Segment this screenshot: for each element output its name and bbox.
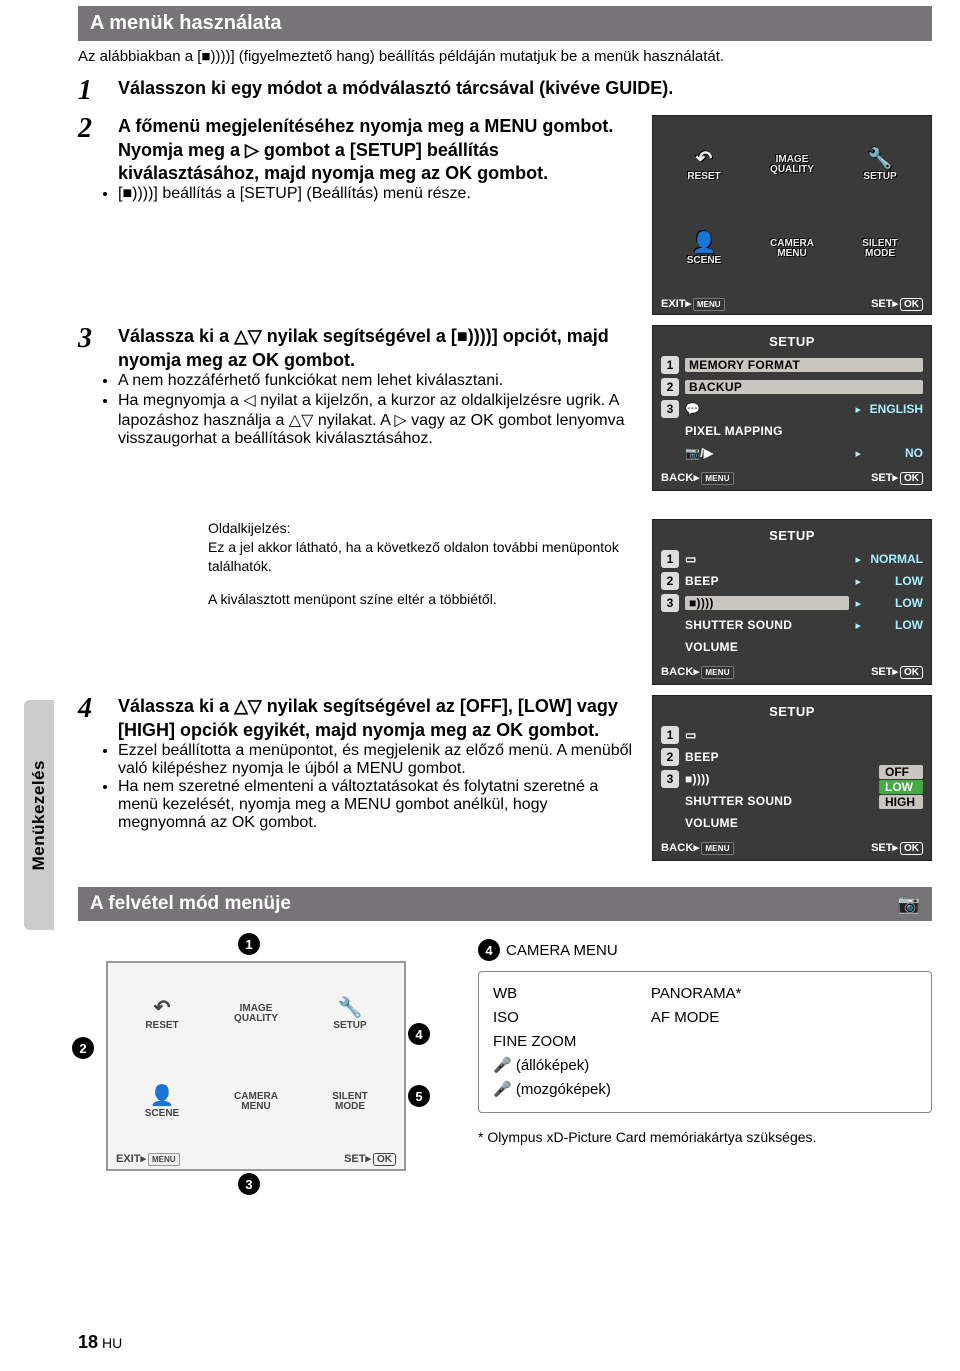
step4-bullet1: Ezzel beállította a menüpontot, és megje… bbox=[118, 742, 634, 778]
mainmenu-scene: 👤SCENE bbox=[120, 1063, 204, 1141]
lcd-setup-page3: SETUP 1▭ 2BEEP 3■)))) SHUTTER SOUND VOLU… bbox=[652, 695, 932, 861]
badge-1: 1 bbox=[238, 933, 260, 955]
camera-menu-col2: PANORAMA* AF MODE bbox=[651, 982, 742, 1102]
lcd-title: SETUP bbox=[769, 334, 815, 349]
setup3-row-sound: 3■)))) bbox=[661, 769, 873, 789]
captions-row: Oldalkijelzés: Ez a jel akkor látható, h… bbox=[78, 519, 932, 685]
step-3: 3 Válassza ki a △▽ nyilak segítségével a… bbox=[78, 325, 932, 491]
setup3-row-brightness: 1▭ bbox=[661, 725, 873, 745]
step-number: 4 bbox=[78, 695, 104, 861]
lcd-setup-page2: SETUP 1▭▸NORMAL 2BEEP▸LOW 3■))))▸LOW SHU… bbox=[652, 519, 932, 685]
setup3-row-shutter-sound: SHUTTER SOUND bbox=[661, 791, 873, 811]
mainmenu-image-quality: IMAGE QUALITY bbox=[214, 975, 298, 1053]
option-low-selected: LOW bbox=[879, 780, 923, 794]
scene-icon: 👤 bbox=[692, 233, 717, 254]
step-number: 2 bbox=[78, 115, 104, 315]
option-high: HIGH bbox=[879, 795, 923, 809]
back-indicator: BACK▸MENU bbox=[661, 841, 734, 854]
footnote-xd-card: * Olympus xD-Picture Card memóriakártya … bbox=[478, 1129, 932, 1145]
intro-text: Az alábbiakban a [■))))] (figyelmeztető … bbox=[78, 47, 932, 67]
step4-bullet2: Ha nem szeretné elmenteni a változtatáso… bbox=[118, 778, 634, 832]
mainmenu-reset: ↶RESET bbox=[120, 975, 204, 1053]
step3-bullet2: Ha megnyomja a ◁ nyilat a kijelzőn, a ku… bbox=[118, 390, 634, 448]
step3-text: Válassza ki a △▽ nyilak segítségével a [… bbox=[118, 325, 634, 372]
set-indicator: SET▸OK bbox=[344, 1152, 396, 1165]
scene-icon: 👤 bbox=[150, 1086, 175, 1107]
step4-text: Válassza ki a △▽ nyilak segítségével az … bbox=[118, 695, 634, 742]
reset-icon: ↶ bbox=[696, 149, 713, 170]
option-list: OFF LOW HIGH bbox=[879, 725, 923, 833]
mainmenu-setup: 🔧SETUP bbox=[308, 975, 392, 1053]
language-icon: 💬 bbox=[685, 402, 849, 416]
step-number: 3 bbox=[78, 325, 104, 491]
setup-row-brightness: 1▭▸NORMAL bbox=[661, 549, 923, 569]
step3-bullet1: A nem hozzáférhető funkciókat nem lehet … bbox=[118, 372, 634, 390]
badge-2: 2 bbox=[72, 1037, 94, 1059]
camera-menu-col1: WB ISO FINE ZOOM 🎤 (állóképek) 🎤 (mozgók… bbox=[493, 982, 611, 1102]
step-number: 1 bbox=[78, 77, 104, 105]
setup-row-pixel-mapping: PIXEL MAPPING bbox=[661, 421, 923, 441]
option-off: OFF bbox=[879, 765, 923, 779]
setup-row-backup: 2BACKUP bbox=[661, 377, 923, 397]
reset-icon: ↶ bbox=[154, 998, 171, 1019]
badge-5: 5 bbox=[408, 1085, 430, 1107]
brightness-icon: ▭ bbox=[685, 552, 849, 566]
lcd-title: SETUP bbox=[769, 528, 815, 543]
lcd-setup-page1: SETUP 1MEMORY FORMAT 2BACKUP 3💬▸ENGLISH … bbox=[652, 325, 932, 491]
section-heading-shooting-menu: A felvétel mód menüje 📷 bbox=[78, 887, 932, 921]
step2-text: A főmenü megjelenítéséhez nyomja meg a M… bbox=[118, 115, 634, 185]
setup-row-volume: VOLUME bbox=[661, 637, 923, 657]
set-indicator: SET▸OK bbox=[871, 297, 923, 310]
caption-page-indicator-desc: Ez a jel akkor látható, ha a következő o… bbox=[208, 538, 634, 576]
lcd-main-menu-outline: ↶RESET IMAGE QUALITY 🔧SETUP 👤SCENE CAMER… bbox=[106, 961, 406, 1171]
exit-indicator: EXIT▸MENU bbox=[116, 1152, 180, 1165]
setup3-row-beep: 2BEEP bbox=[661, 747, 873, 767]
badge-3: 3 bbox=[238, 1173, 260, 1195]
mainmenu-reset: ↶RESET bbox=[665, 128, 743, 202]
page-number: 18HU bbox=[78, 1332, 122, 1353]
side-tab-menukezeles: Menükezelés bbox=[24, 700, 54, 930]
mainmenu-camera-menu: CAMERA MENU bbox=[753, 212, 831, 286]
mainmenu-camera-menu: CAMERA MENU bbox=[214, 1063, 298, 1141]
wrench-icon: 🔧 bbox=[868, 149, 893, 170]
mainmenu-silent-mode: SILENT MODE bbox=[308, 1063, 392, 1141]
set-indicator: SET▸OK bbox=[871, 665, 923, 678]
camera-menu-label: CAMERA MENU bbox=[506, 942, 618, 959]
step-4: 4 Válassza ki a △▽ nyilak segítségével a… bbox=[78, 695, 932, 861]
wrench-icon: 🔧 bbox=[338, 998, 363, 1019]
set-indicator: SET▸OK bbox=[871, 471, 923, 484]
badge-4-label: 4 bbox=[478, 939, 500, 961]
step2-bullet1: [■))))] beállítás a [SETUP] (Beállítás) … bbox=[118, 185, 634, 203]
cam-play-icon: 📷/▶ bbox=[685, 446, 849, 460]
step-1: 1 Válasszon ki egy módot a módválasztó t… bbox=[78, 77, 932, 105]
mainmenu-silent-mode: SILENT MODE bbox=[841, 212, 919, 286]
set-indicator: SET▸OK bbox=[871, 841, 923, 854]
caption-page-indicator-label: Oldalkijelzés: bbox=[208, 519, 634, 538]
section-heading-menu-usage: A menük használata bbox=[78, 6, 932, 41]
badge-4: 4 bbox=[408, 1023, 430, 1045]
setup-row-shutter-sound: SHUTTER SOUND▸LOW bbox=[661, 615, 923, 635]
exit-indicator: EXIT▸MENU bbox=[661, 297, 725, 310]
lcd-main-menu: ↶RESET IMAGE QUALITY 🔧SETUP 👤SCENE CAMER… bbox=[652, 115, 932, 315]
setup-row-display: 📷/▶▸NO bbox=[661, 443, 923, 463]
caption-selected-color: A kiválasztott menüpont színe eltér a tö… bbox=[208, 590, 634, 609]
setup3-row-volume: VOLUME bbox=[661, 813, 873, 833]
mainmenu-setup: 🔧SETUP bbox=[841, 128, 919, 202]
mainmenu-image-quality: IMAGE QUALITY bbox=[753, 128, 831, 202]
camera-menu-diagram: 1 2 3 4 5 ↶RESET IMAGE QUALITY 🔧SETUP 👤S… bbox=[78, 939, 448, 1171]
setup-row-beep: 2BEEP▸LOW bbox=[661, 571, 923, 591]
mainmenu-scene: 👤SCENE bbox=[665, 212, 743, 286]
step-2: 2 A főmenü megjelenítéséhez nyomja meg a… bbox=[78, 115, 932, 315]
back-indicator: BACK▸MENU bbox=[661, 665, 734, 678]
lcd-title: SETUP bbox=[769, 704, 815, 719]
setup-row-language: 3💬▸ENGLISH bbox=[661, 399, 923, 419]
back-indicator: BACK▸MENU bbox=[661, 471, 734, 484]
step1-text: Válasszon ki egy módot a módválasztó tár… bbox=[118, 77, 932, 100]
setup-row-memory-format: 1MEMORY FORMAT bbox=[661, 355, 923, 375]
setup-row-sound-selected: 3■))))▸LOW bbox=[661, 593, 923, 613]
brightness-icon: ▭ bbox=[685, 728, 873, 742]
camera-icon: 📷 bbox=[898, 894, 920, 915]
